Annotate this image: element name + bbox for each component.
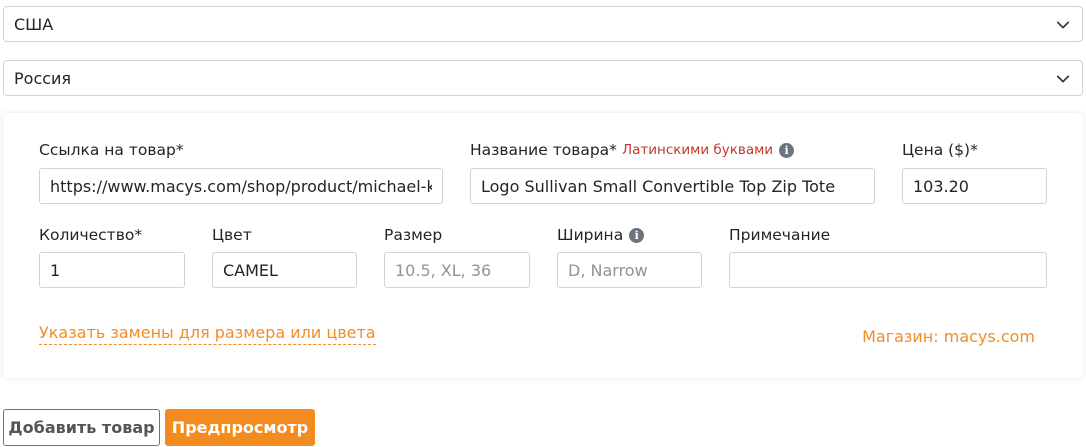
- add-item-button[interactable]: Добавить товар: [3, 409, 160, 446]
- name-input[interactable]: [470, 168, 875, 204]
- latin-hint: Латинскими буквами: [621, 142, 774, 158]
- width-label: Ширина i: [557, 226, 645, 244]
- quantity-label: Количество*: [39, 226, 143, 244]
- product-form-card: Ссылка на товар* Название товара* Латинс…: [3, 113, 1083, 378]
- note-input[interactable]: [729, 252, 1047, 288]
- country-from-select[interactable]: США: [3, 6, 1083, 42]
- color-input[interactable]: [212, 252, 357, 288]
- color-label: Цвет: [212, 226, 252, 244]
- chevron-down-icon: [1056, 21, 1070, 29]
- size-input[interactable]: [384, 252, 530, 288]
- price-input[interactable]: [902, 168, 1047, 204]
- name-label: Название товара* Латинскими буквами i: [470, 141, 795, 159]
- note-label: Примечание: [729, 226, 831, 244]
- info-icon[interactable]: i: [779, 142, 795, 158]
- quantity-input[interactable]: [39, 252, 185, 288]
- preview-button[interactable]: Предпросмотр: [165, 409, 315, 446]
- price-label: Цена ($)*: [902, 141, 978, 159]
- size-label: Размер: [384, 226, 443, 244]
- substitutes-link[interactable]: Указать замены для размера или цвета: [39, 323, 376, 345]
- store-label: Магазин: macys.com: [862, 327, 1035, 346]
- url-label: Ссылка на товар*: [39, 141, 184, 159]
- country-to-select[interactable]: Россия: [3, 60, 1083, 96]
- chevron-down-icon: [1056, 75, 1070, 83]
- url-input[interactable]: [39, 168, 443, 204]
- country-to-value: Россия: [14, 68, 72, 88]
- info-icon[interactable]: i: [629, 227, 645, 243]
- width-input[interactable]: [557, 252, 702, 288]
- country-from-value: США: [14, 14, 54, 34]
